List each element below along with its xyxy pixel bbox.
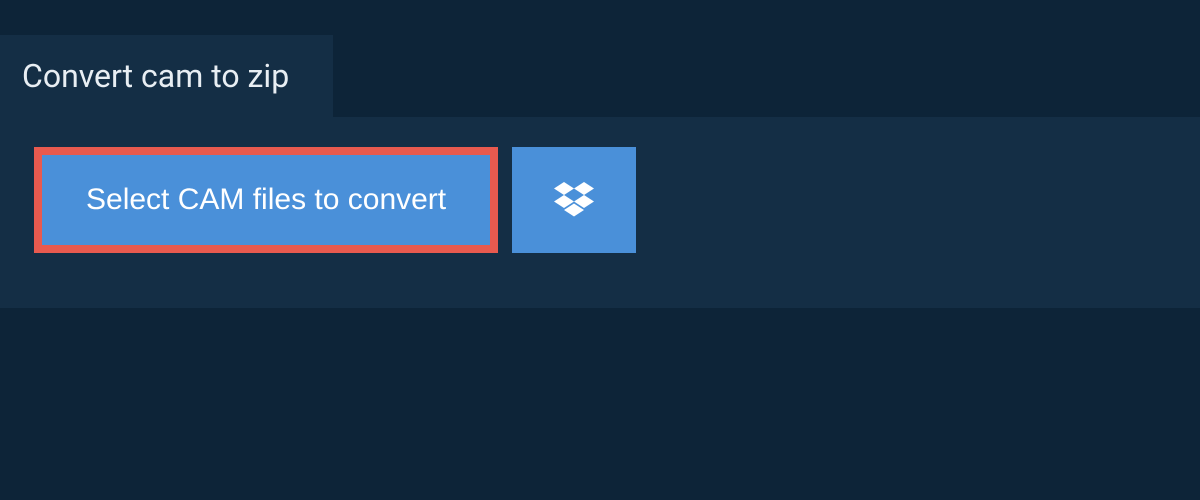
dropbox-button[interactable] [512, 147, 636, 253]
dropbox-icon [554, 182, 594, 218]
button-row: Select CAM files to convert [34, 147, 1166, 253]
tab-header: Convert cam to zip [0, 35, 333, 117]
conversion-panel: Select CAM files to convert [0, 117, 1200, 308]
select-files-label: Select CAM files to convert [86, 183, 446, 217]
tab-title: Convert cam to zip [22, 57, 289, 95]
select-files-button[interactable]: Select CAM files to convert [34, 147, 498, 253]
